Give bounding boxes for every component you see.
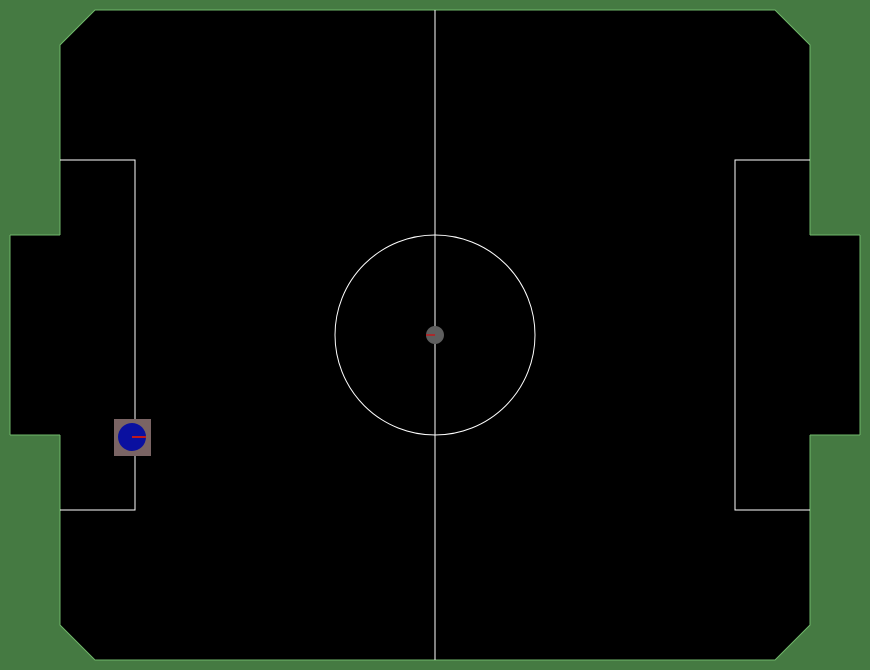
right-goal-area [808, 235, 860, 435]
soccer-field [0, 0, 870, 670]
robot-player[interactable] [114, 419, 151, 456]
left-goal-area [10, 235, 62, 435]
ball[interactable] [426, 326, 444, 344]
